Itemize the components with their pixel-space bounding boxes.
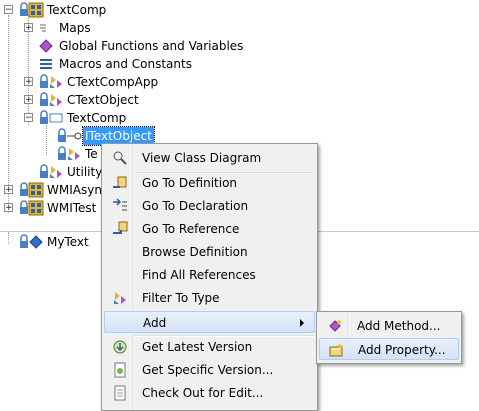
project-icon bbox=[28, 2, 44, 18]
menu-item-label: Go To Reference bbox=[142, 222, 240, 236]
interface-icon bbox=[66, 128, 82, 144]
expand-icon[interactable]: + bbox=[4, 185, 13, 195]
tree-item-textcomp-namespace[interactable]: − TextComp bbox=[0, 109, 200, 127]
menu-item-browse-definition[interactable]: Browse Definition bbox=[104, 241, 315, 263]
tree-item-label: Te bbox=[85, 147, 98, 161]
tree-item-label: CTextObject bbox=[67, 93, 139, 107]
collapse-icon[interactable]: − bbox=[4, 5, 13, 15]
class-icon bbox=[66, 146, 82, 162]
tree-item-utility[interactable]: Utility bbox=[0, 163, 110, 181]
menu-item-get-specific-version[interactable]: Get Specific Version... bbox=[104, 359, 315, 381]
menu-item-find-all-references[interactable]: Find All References bbox=[104, 264, 315, 286]
variable-icon bbox=[28, 234, 44, 250]
submenu-arrow-icon bbox=[300, 319, 304, 327]
tree-item-label: TextComp bbox=[67, 111, 127, 125]
project-icon bbox=[28, 182, 44, 198]
menu-item-go-to-definition[interactable]: Go To Definition bbox=[104, 172, 315, 194]
filter-icon bbox=[112, 290, 128, 306]
get-latest-icon bbox=[112, 339, 128, 355]
class-diagram-icon bbox=[112, 150, 128, 166]
class-icon bbox=[48, 164, 64, 180]
tree-item-label: CTextCompApp bbox=[67, 75, 159, 89]
menu-item-label: Go To Definition bbox=[142, 176, 238, 190]
project-icon bbox=[28, 200, 44, 216]
expand-icon[interactable]: + bbox=[24, 23, 33, 33]
namespace-icon bbox=[48, 110, 64, 126]
tree-item-label: Global Functions and Variables bbox=[59, 39, 244, 53]
tree-item-textcomp[interactable]: − TextComp bbox=[0, 1, 200, 19]
collapse-icon[interactable]: − bbox=[24, 113, 33, 123]
menu-item-filter-to-type[interactable]: Filter To Type bbox=[104, 287, 315, 309]
goto-reference-icon bbox=[112, 221, 128, 237]
maps-icon bbox=[38, 20, 54, 36]
menu-item-label: Add bbox=[143, 316, 167, 330]
macro-icon bbox=[38, 56, 54, 72]
menu-item-label: Add Method... bbox=[357, 319, 441, 333]
add-method-icon bbox=[327, 318, 343, 334]
goto-definition-icon bbox=[112, 175, 128, 191]
tree-item-ctextobject[interactable]: + CTextObject bbox=[0, 91, 200, 109]
context-menu: View Class Diagram Go To Definition Go T… bbox=[101, 143, 318, 411]
expand-icon[interactable]: + bbox=[24, 95, 33, 105]
tree-item-mytext[interactable]: MyText bbox=[0, 233, 110, 251]
tree-item-wmiasync[interactable]: + WMIAsyn bbox=[0, 181, 110, 199]
tree-item-wmitest[interactable]: + WMITest bbox=[0, 199, 110, 217]
tree-item-label: TextComp bbox=[47, 3, 107, 17]
menu-item-label: Add Property... bbox=[358, 343, 446, 357]
expand-icon[interactable]: + bbox=[24, 77, 33, 87]
tree-item-global-functions[interactable]: Global Functions and Variables bbox=[0, 37, 260, 55]
menu-item-label: Get Latest Version bbox=[142, 340, 253, 354]
menu-item-get-latest-version[interactable]: Get Latest Version bbox=[104, 336, 315, 358]
tree-item-macros[interactable]: Macros and Constants bbox=[0, 55, 260, 73]
tree-item-te[interactable]: Te bbox=[0, 145, 110, 163]
checkout-icon bbox=[112, 385, 128, 401]
tree-item-label: MyText bbox=[47, 235, 89, 249]
menu-item-check-out-for-edit[interactable]: Check Out for Edit... bbox=[104, 382, 315, 404]
add-submenu: Add Method... Add Property... bbox=[316, 311, 462, 364]
menu-item-label: Browse Definition bbox=[142, 245, 248, 259]
tree-item-label: Utility bbox=[67, 165, 103, 179]
menu-item-label: Get Specific Version... bbox=[142, 363, 274, 377]
tree-item-label: WMITest bbox=[47, 201, 97, 215]
menu-item-label: Go To Declaration bbox=[142, 199, 249, 213]
menu-item-label: Check Out for Edit... bbox=[142, 386, 264, 400]
menu-item-label: View Class Diagram bbox=[142, 151, 262, 165]
tree-item-maps[interactable]: + Maps bbox=[0, 19, 200, 37]
tree-item-label: Macros and Constants bbox=[59, 57, 192, 71]
menu-item-label: Find All References bbox=[142, 268, 256, 282]
menu-item-add[interactable]: Add bbox=[104, 311, 315, 333]
menu-item-view-class-diagram[interactable]: View Class Diagram bbox=[104, 147, 315, 169]
menu-item-go-to-reference[interactable]: Go To Reference bbox=[104, 218, 315, 240]
get-specific-icon bbox=[112, 362, 128, 378]
class-icon bbox=[48, 74, 64, 90]
menu-item-add-property[interactable]: Add Property... bbox=[319, 338, 459, 360]
tree-item-ctextcompapp[interactable]: + CTextCompApp bbox=[0, 73, 200, 91]
menu-item-label: Filter To Type bbox=[142, 291, 220, 305]
global-function-icon bbox=[38, 38, 54, 54]
menu-item-go-to-declaration[interactable]: Go To Declaration bbox=[104, 195, 315, 217]
tree-item-label: WMIAsyn bbox=[47, 183, 102, 197]
expand-icon[interactable]: + bbox=[4, 203, 13, 213]
class-icon bbox=[48, 92, 64, 108]
goto-declaration-icon bbox=[112, 198, 128, 214]
add-property-icon bbox=[328, 342, 344, 358]
menu-item-add-method[interactable]: Add Method... bbox=[319, 315, 459, 337]
tree-item-label: Maps bbox=[59, 21, 91, 35]
